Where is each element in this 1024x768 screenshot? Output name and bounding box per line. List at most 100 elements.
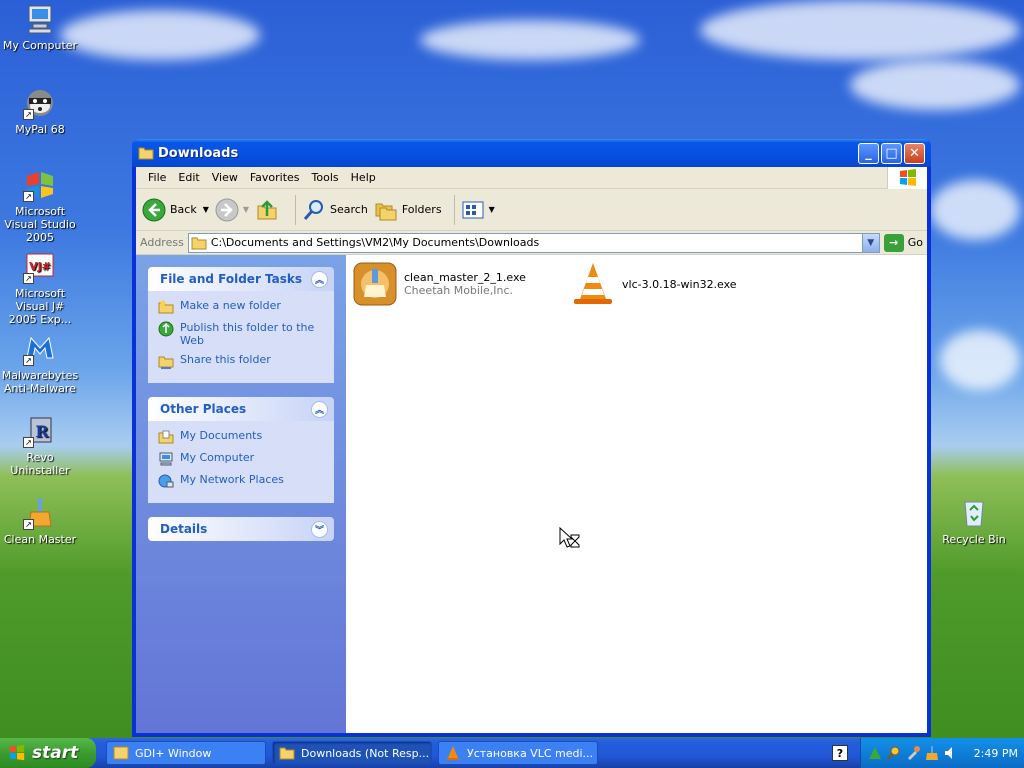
place-my-computer[interactable]: My Computer (158, 451, 326, 467)
chevron-down-icon[interactable]: ▼ (243, 205, 249, 214)
menu-file[interactable]: File (142, 169, 172, 186)
back-button[interactable]: Back ▼ (142, 198, 209, 222)
desktop-icon-visual-jsharp[interactable]: VJ# ↗ Microsoft Visual J# 2005 Exp... (0, 250, 80, 326)
windows-logo-icon (887, 167, 927, 189)
up-button[interactable] (255, 198, 283, 222)
other-places-header[interactable]: Other Places ︽ (148, 397, 334, 421)
menu-edit[interactable]: Edit (172, 169, 205, 186)
close-button[interactable]: ✕ (904, 142, 925, 164)
desktop-icon-label: MyPal 68 (15, 123, 65, 136)
folder-icon (191, 237, 207, 249)
svg-text:R: R (35, 422, 49, 441)
folder-icon (138, 147, 154, 160)
place-label: My Documents (180, 429, 263, 442)
search-button[interactable]: Search (302, 198, 368, 222)
start-button[interactable]: start (0, 738, 96, 768)
views-button[interactable]: ▼ (461, 198, 495, 222)
taskbar-item-vlc-setup[interactable]: Установка VLC medi... (438, 741, 598, 765)
menu-view[interactable]: View (206, 169, 244, 186)
toolbar: Back ▼ ▼ Search Folders ▼ (136, 189, 927, 231)
svg-text:VJ#: VJ# (29, 260, 51, 273)
task-label: GDI+ Window (135, 746, 212, 760)
place-my-network-places[interactable]: My Network Places (158, 473, 326, 489)
tools-tray-icon[interactable] (905, 745, 921, 761)
folders-icon (375, 203, 397, 220)
broom-tray-icon[interactable] (924, 745, 940, 761)
start-label: start (32, 743, 79, 763)
file-list: clean_master_2_1.exe Cheetah Mobile,Inc.… (346, 255, 927, 733)
globe-icon (158, 321, 174, 337)
folder-icon (279, 747, 295, 760)
file-folder-tasks-group: File and Folder Tasks ︽ Make a new folde… (148, 267, 334, 383)
clock[interactable]: 2:49 PM (974, 747, 1018, 760)
desktop-icon-label: Microsoft Visual Studio 2005 (4, 205, 76, 244)
other-places-list: My Documents My Computer My Network Plac… (148, 421, 334, 503)
chevron-down-icon[interactable]: ▼ (489, 205, 495, 214)
menu-bar: File Edit View Favorites Tools Help (136, 167, 927, 189)
address-dropdown[interactable]: ▼ (861, 233, 879, 252)
desktop-icon-label: Revo Uninstaller (10, 451, 70, 477)
details-header[interactable]: Details ︾ (148, 517, 334, 541)
forward-arrow-icon (215, 198, 239, 221)
desktop-icon-revo[interactable]: R ↗ Revo Uninstaller (0, 414, 80, 477)
maximize-button[interactable]: □ (881, 142, 902, 164)
menu-favorites[interactable]: Favorites (244, 169, 306, 186)
shortcut-arrow-icon: ↗ (23, 109, 34, 120)
shortcut-arrow-icon: ↗ (23, 519, 34, 530)
shortcut-arrow-icon: ↗ (23, 437, 34, 448)
views-icon (462, 201, 484, 218)
file-folder-tasks-list: Make a new folder Publish this folder to… (148, 291, 334, 383)
explorer-window: Downloads _ □ ✕ File Edit View Favorites… (132, 139, 931, 737)
vlc-cone-icon (574, 263, 612, 304)
task-make-new-folder[interactable]: Make a new folder (158, 299, 326, 315)
toolbar-separator (453, 194, 455, 225)
task-share-folder[interactable]: Share this folder (158, 353, 326, 369)
task-label: Установка VLC medi... (467, 746, 594, 760)
volume-icon[interactable] (943, 745, 959, 761)
search-tray-icon[interactable] (886, 745, 902, 761)
system-tray: 2:49 PM (860, 738, 1024, 768)
desktop-icon-label: Clean Master (3, 533, 77, 546)
desktop-icon-my-computer[interactable]: My Computer (0, 2, 80, 52)
task-label: Publish this folder to the Web (180, 321, 315, 347)
maximize-icon: □ (885, 145, 898, 161)
go-label: Go (907, 236, 923, 249)
expand-chevron-icon[interactable]: ︾ (311, 520, 328, 538)
help-icon[interactable]: ? (832, 745, 848, 761)
search-label: Search (330, 203, 368, 216)
group-title: Details (160, 522, 208, 536)
busy-cursor-icon (559, 527, 580, 548)
chevron-down-icon[interactable]: ▼ (203, 205, 209, 214)
new-folder-icon (158, 300, 174, 314)
desktop-icon-label: My Computer (2, 39, 78, 52)
desktop-icon-mypal[interactable]: ↗ MyPal 68 (0, 86, 80, 136)
folders-button[interactable]: Folders (374, 198, 442, 222)
desktop-icon-label: Recycle Bin (942, 533, 1006, 546)
desktop-icon-recycle-bin[interactable]: Recycle Bin (934, 496, 1014, 546)
title-bar[interactable]: Downloads _ □ ✕ (132, 139, 931, 167)
desktop-icon-malwarebytes[interactable]: ↗ Malwarebytes Anti-Malware (0, 332, 80, 395)
desktop-icon-clean-master[interactable]: ↗ Clean Master (0, 496, 80, 546)
minimize-button[interactable]: _ (858, 142, 879, 164)
file-item-vlc[interactable]: vlc-3.0.18-win32.exe (570, 261, 737, 307)
place-label: My Computer (180, 451, 255, 464)
go-button[interactable]: → Go (883, 233, 923, 252)
taskbar-item-downloads[interactable]: Downloads (Not Resp... (272, 741, 432, 765)
file-item-clean-master[interactable]: clean_master_2_1.exe Cheetah Mobile,Inc. (352, 261, 526, 307)
vlc-cone-icon (447, 746, 459, 760)
place-my-documents[interactable]: My Documents (158, 429, 326, 445)
task-publish-folder[interactable]: Publish this folder to the Web (158, 321, 326, 347)
file-folder-tasks-header[interactable]: File and Folder Tasks ︽ (148, 267, 334, 291)
toolbar-separator (295, 194, 297, 225)
address-input[interactable]: C:\Documents and Settings\VM2\My Documen… (187, 232, 880, 253)
menu-help[interactable]: Help (345, 169, 382, 186)
back-arrow-icon (142, 198, 166, 221)
forward-button[interactable]: ▼ (215, 198, 249, 222)
menu-tools[interactable]: Tools (306, 169, 345, 186)
desktop-icon-visual-studio[interactable]: ↗ Microsoft Visual Studio 2005 (0, 168, 80, 244)
collapse-chevron-icon[interactable]: ︽ (311, 270, 328, 288)
task-label: Share this folder (180, 353, 271, 366)
network-tray-icon[interactable] (867, 745, 883, 761)
taskbar-item-gdi-window[interactable]: GDI+ Window (106, 741, 266, 765)
collapse-chevron-icon[interactable]: ︽ (311, 400, 328, 418)
